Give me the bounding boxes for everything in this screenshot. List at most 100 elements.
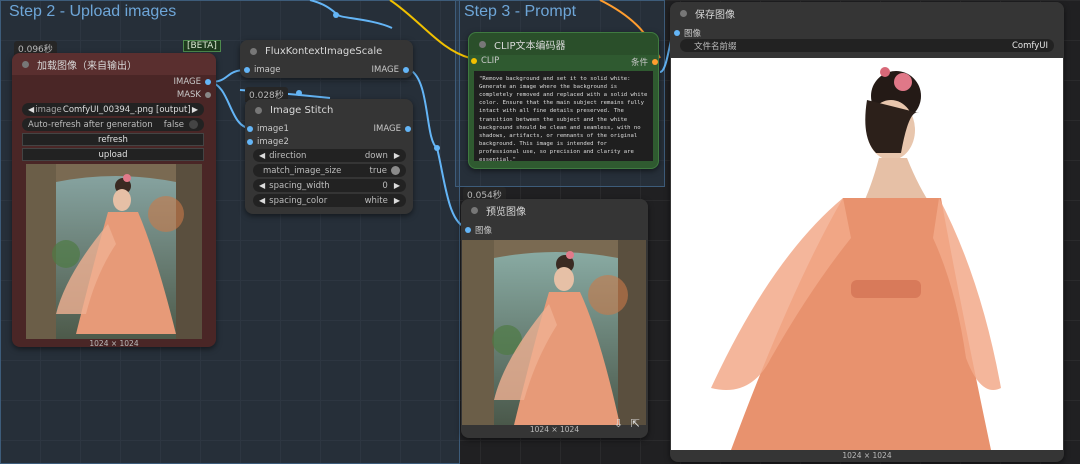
spacing-width-stepper[interactable]: ◀ spacing_width 0 ▶ [253,179,406,192]
auto-refresh-toggle[interactable]: Auto-refresh after generation false [22,118,204,131]
upload-button[interactable]: upload [22,148,204,161]
collapse-dot-icon[interactable] [22,60,29,68]
toggle-knob-icon[interactable] [189,120,198,129]
clip-input-label: CLIP [481,56,500,66]
clip-encode-header[interactable]: CLIP文本编码器 [469,33,658,55]
collapse-dot-icon[interactable] [255,106,262,114]
spacing-color-value: white [364,195,388,206]
match-image-size-label: match_image_size [263,165,342,176]
flux-scale-node[interactable]: FluxKontextImageScale image IMAGE [240,40,413,78]
decrement-arrow-icon[interactable]: ◀ [259,181,265,190]
conditioning-dot-icon[interactable] [652,59,658,65]
output-dot-icon[interactable] [403,67,409,73]
load-image-header[interactable]: 加载图像（来自输出） [12,53,216,75]
output-mask-label: MASK [176,90,201,100]
image-stitch-node[interactable]: Image Stitch image1 image2 IMAGE ◀ direc… [245,99,413,214]
match-image-size-toggle[interactable]: match_image_size true [253,164,406,177]
auto-refresh-value: false [163,119,184,130]
save-resolution: 1024 × 1024 [842,451,892,460]
collapse-dot-icon[interactable] [479,40,486,48]
image-stitch-header[interactable]: Image Stitch [245,99,413,121]
auto-refresh-label: Auto-refresh after generation [28,119,153,130]
save-input-label: 图像 [684,29,702,39]
load-image-resolution: 1024 × 1024 [89,339,139,348]
woman-white-bg-image [671,58,1063,450]
next-arrow-icon[interactable]: ▶ [394,196,400,205]
filename-prefix-value: ComfyUI [1011,40,1048,51]
preview-title: 预览图像 [486,206,526,218]
flux-scale-input-image[interactable]: image [244,65,280,75]
clip-input[interactable]: CLIP [471,56,499,66]
stitch-input-image1[interactable]: image1 [247,124,289,134]
save-image-node[interactable]: 保存图像 图像 文件名前缀 ComfyUI 1024 × 1024 [670,2,1064,462]
load-image-node[interactable]: 加载图像（来自输出） IMAGE MASK ◀ image ComfyUI_00… [12,53,216,348]
flux-scale-header[interactable]: FluxKontextImageScale [240,40,413,62]
load-image-preview [26,164,202,339]
wire-joint-1 [333,12,339,18]
preview-header[interactable]: 预览图像 [461,199,648,221]
spacing-color-select[interactable]: ◀ spacing_color white ▶ [253,194,406,207]
image-select[interactable]: ◀ image ComfyUI_00394_.png [output] ▶ [22,103,204,116]
save-header[interactable]: 保存图像 [670,2,1064,24]
increment-arrow-icon[interactable]: ▶ [394,181,400,190]
save-title: 保存图像 [695,9,735,21]
flux-scale-output-image[interactable]: IMAGE [372,65,409,75]
image-stitch-title: Image Stitch [270,104,334,116]
clip-encode-title: CLIP文本编码器 [494,40,566,52]
preview-image [462,240,646,425]
next-arrow-icon[interactable]: ▶ [192,105,198,114]
woman-garden-preview [462,240,646,425]
prev-arrow-icon[interactable]: ◀ [259,196,265,205]
save-input-image[interactable]: 图像 [674,27,701,39]
preview-resolution: 1024 × 1024 [529,425,580,434]
beta-badge: [BETA] [183,40,221,52]
conditioning-output-label: 条件 [630,58,648,68]
woman-garden-image [26,164,202,339]
output-mask-port[interactable]: MASK [177,90,211,100]
direction-select[interactable]: ◀ direction down ▶ [253,149,406,162]
input-dot-icon[interactable] [674,30,680,36]
direction-label: direction [269,150,307,161]
output-dot-icon[interactable] [405,126,411,132]
input-dot-icon[interactable] [244,67,250,73]
filename-prefix-field[interactable]: 文件名前缀 ComfyUI [680,39,1054,52]
output-image-dot-icon[interactable] [205,79,211,85]
output-mask-dot-icon[interactable] [205,92,211,98]
stitch-input-image2[interactable]: image2 [247,137,289,147]
flux-scale-input-label: image [254,65,281,75]
flux-scale-title: FluxKontextImageScale [265,45,383,57]
prompt-textarea[interactable]: "Remove background and set it to solid w… [474,71,653,163]
prev-arrow-icon[interactable]: ◀ [28,105,34,114]
load-image-title: 加载图像（来自输出） [37,60,137,72]
preview-image-node[interactable]: 预览图像 图像 ⇩ ⇱ 1024 × 1024 [461,199,648,438]
collapse-dot-icon[interactable] [471,206,478,214]
clip-encode-node[interactable]: CLIP文本编码器 CLIP 条件 "Remove background and… [468,32,659,169]
wire-load-to-stitch [209,81,251,129]
input-dot-icon[interactable] [247,126,253,132]
flux-scale-output-label: IMAGE [371,65,399,75]
save-image-preview [671,58,1063,450]
conditioning-output[interactable]: 条件 [631,56,658,68]
preview-input-image[interactable]: 图像 [465,224,492,236]
refresh-button[interactable]: refresh [22,133,204,146]
filename-prefix-label: 文件名前缀 [694,41,737,52]
image-select-label: image [35,104,62,115]
direction-value: down [364,150,388,161]
stitch-input-image1-label: image1 [257,124,289,134]
input-dot-icon[interactable] [247,139,253,145]
preview-input-label: 图像 [475,226,493,236]
spacing-width-value: 0 [382,180,388,191]
toggle-knob-icon[interactable] [391,166,400,175]
wire-joint-3 [296,90,302,96]
stitch-output-label: IMAGE [373,124,401,134]
input-dot-icon[interactable] [465,227,471,233]
stitch-input-image2-label: image2 [257,137,289,147]
output-image-port[interactable]: IMAGE [174,77,211,87]
spacing-color-label: spacing_color [269,195,328,206]
prev-arrow-icon[interactable]: ◀ [259,151,265,160]
stitch-output-image[interactable]: IMAGE [374,124,411,134]
clip-input-dot-icon[interactable] [471,58,477,64]
next-arrow-icon[interactable]: ▶ [394,151,400,160]
collapse-dot-icon[interactable] [250,47,257,55]
collapse-dot-icon[interactable] [680,9,687,17]
